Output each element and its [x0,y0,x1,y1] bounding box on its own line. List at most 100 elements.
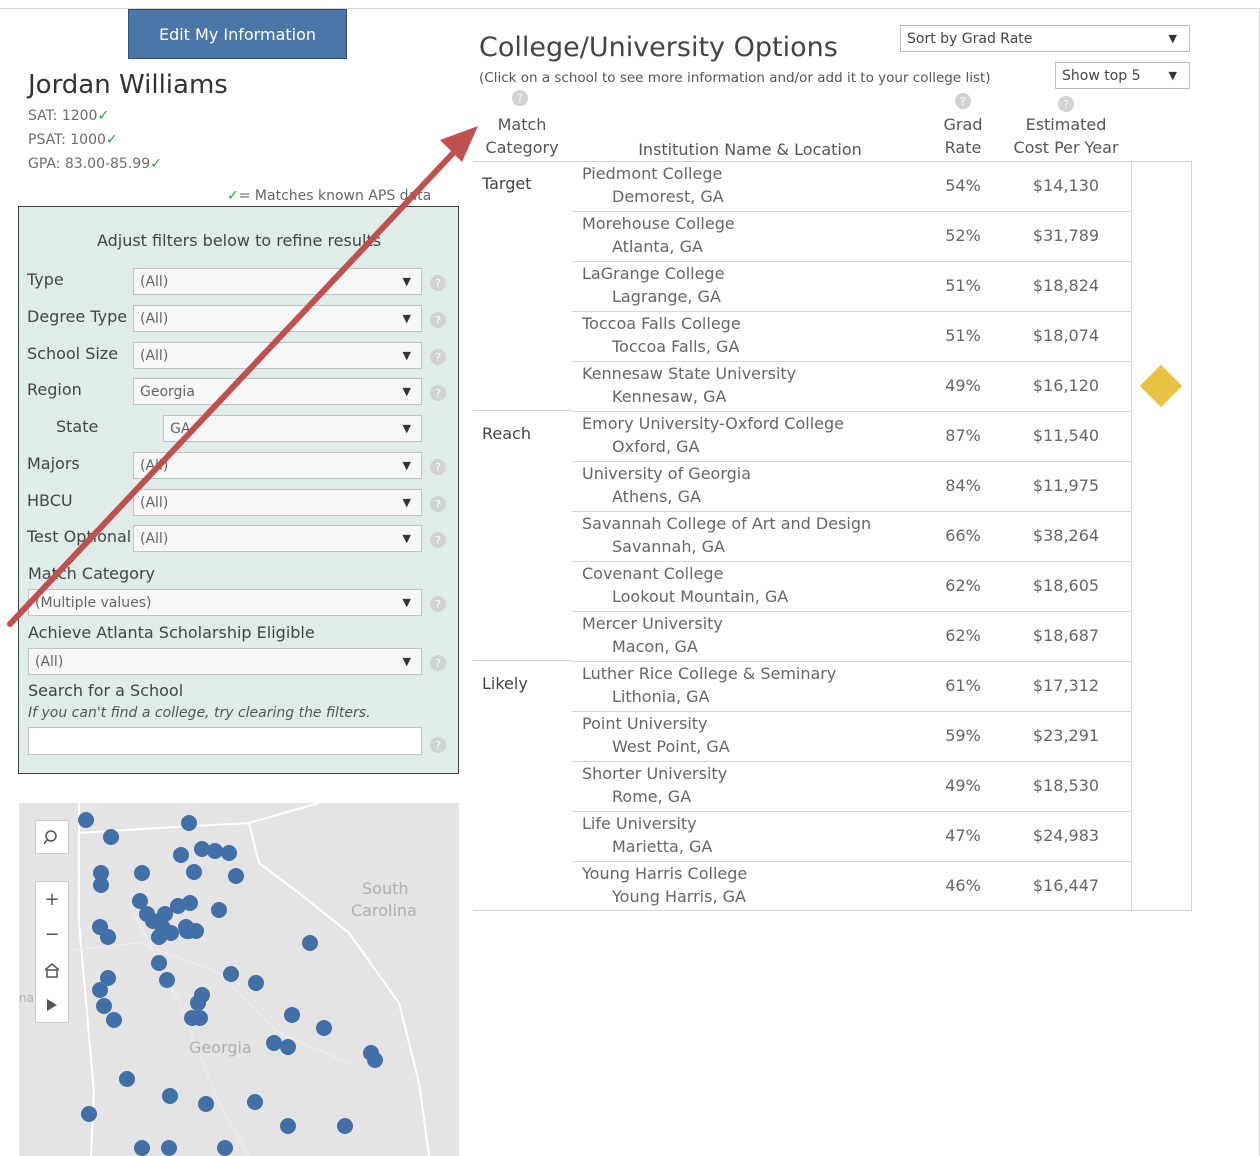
institution-name[interactable]: Mercer University [582,614,723,633]
map-play-button[interactable] [36,987,68,1022]
college-map-marker[interactable] [248,975,264,991]
college-map-marker[interactable] [190,995,206,1011]
table-row[interactable]: Mercer University Macon, GA 62% $18,687 [572,611,1192,661]
table-row[interactable]: Morehouse College Atlanta, GA 52% $31,789 [572,211,1192,261]
filter-select[interactable]: GA ▼ [163,415,422,442]
show-top-select[interactable]: Show top 5 ▼ [1055,62,1190,89]
table-row[interactable]: LaGrange College Lagrange, GA 51% $18,824 [572,261,1192,311]
filter-select[interactable]: Georgia ▼ [133,378,422,405]
college-map-marker[interactable] [280,1118,296,1134]
table-row[interactable]: Shorter University Rome, GA 49% $18,530 [572,761,1192,811]
filter-select[interactable]: (All) ▼ [133,305,422,332]
zoom-out-button[interactable]: − [36,917,68,952]
help-icon[interactable]: ? [430,275,446,291]
college-map-marker[interactable] [284,1007,300,1023]
table-row[interactable]: Emory University-Oxford College Oxford, G… [572,411,1192,461]
institution-name[interactable]: Shorter University [582,764,727,783]
college-map-marker[interactable] [181,815,197,831]
college-map-marker[interactable] [280,1039,296,1055]
zoom-in-button[interactable]: + [36,882,68,917]
college-map-marker[interactable] [78,812,94,828]
institution-name[interactable]: Point University [582,714,708,733]
achieve-atlanta-select[interactable]: (All) ▼ [28,648,422,675]
map-home-button[interactable] [36,952,68,987]
college-map-marker[interactable] [162,1088,178,1104]
college-map-marker[interactable] [106,1012,122,1028]
help-icon[interactable]: ? [430,532,446,548]
college-map-marker[interactable] [134,865,150,881]
college-map-marker[interactable] [93,877,109,893]
college-map-marker[interactable] [119,1071,135,1087]
college-map-marker[interactable] [81,1106,97,1122]
college-map-marker[interactable] [96,998,112,1014]
table-row[interactable]: Covenant College Lookout Mountain, GA 62% $… [572,561,1192,611]
college-map-marker[interactable] [337,1118,353,1134]
institution-name[interactable]: Emory University-Oxford College [582,414,844,433]
filter-select[interactable]: (All) ▼ [133,525,422,552]
help-icon[interactable]: ? [430,385,446,401]
help-icon[interactable]: ? [430,459,446,475]
college-map-marker[interactable] [134,1140,150,1156]
institution-name[interactable]: University of Georgia [582,464,751,483]
institution-name[interactable]: Kennesaw State University [582,364,796,383]
match-category-select[interactable]: (Multiple values) ▼ [28,589,422,616]
college-map-marker[interactable] [198,1096,214,1112]
filter-select[interactable]: (All) ▼ [133,342,422,369]
college-map-marker[interactable] [192,1010,208,1026]
college-map-marker[interactable] [173,847,189,863]
college-map-marker[interactable] [92,982,108,998]
college-map-marker[interactable] [316,1020,332,1036]
college-map-marker[interactable] [159,972,175,988]
institution-name[interactable]: Savannah College of Art and Design [582,514,871,533]
institution-name[interactable]: Morehouse College [582,214,735,233]
college-map-marker[interactable] [151,955,167,971]
college-map-marker[interactable] [367,1052,383,1068]
college-map-marker[interactable] [186,864,202,880]
help-icon[interactable]: ? [955,93,971,109]
help-icon[interactable]: ? [430,349,446,365]
table-row[interactable]: Young Harris College Young Harris, GA 46% $… [572,861,1192,911]
filter-select[interactable]: (All) ▼ [133,452,422,479]
institution-name[interactable]: LaGrange College [582,264,724,283]
college-map-marker[interactable] [188,923,204,939]
map-search-button[interactable] [35,820,69,854]
college-map-marker[interactable] [302,935,318,951]
help-icon[interactable]: ? [512,90,528,106]
filter-select[interactable]: (All) ▼ [133,268,422,295]
help-icon[interactable]: ? [430,737,446,753]
help-icon[interactable]: ? [430,496,446,512]
table-row[interactable]: Piedmont College Demorest, GA 54% $14,130 [572,161,1192,211]
help-icon[interactable]: ? [430,655,446,671]
institution-name[interactable]: Young Harris College [582,864,747,883]
college-map-marker[interactable] [228,868,244,884]
institution-name[interactable]: Piedmont College [582,164,722,183]
institution-name[interactable]: Covenant College [582,564,723,583]
college-map-marker[interactable] [223,966,239,982]
college-map-marker[interactable] [161,1140,177,1156]
table-row[interactable]: Kennesaw State University Kennesaw, GA 49%… [572,361,1192,411]
table-row[interactable]: Toccoa Falls College Toccoa Falls, GA 51% $… [572,311,1192,361]
institution-name[interactable]: Toccoa Falls College [582,314,741,333]
help-icon[interactable]: ? [430,312,446,328]
college-map-marker[interactable] [217,1140,233,1156]
college-map-marker[interactable] [182,895,198,911]
institution-name[interactable]: Luther Rice College & Seminary [582,664,836,683]
college-map-marker[interactable] [151,929,167,945]
filter-select[interactable]: (All) ▼ [133,489,422,516]
table-row[interactable]: Life University Marietta, GA 47% $24,983 [572,811,1192,861]
college-map-marker[interactable] [221,845,237,861]
table-row[interactable]: Point University West Point, GA 59% $23,291 [572,711,1192,761]
college-map-marker[interactable] [100,929,116,945]
college-map-marker[interactable] [103,829,119,845]
college-map-marker[interactable] [247,1094,263,1110]
sort-select[interactable]: Sort by Grad Rate ▼ [900,25,1190,52]
table-row[interactable]: Luther Rice College & Seminary Lithonia, … [572,661,1192,711]
help-icon[interactable]: ? [430,596,446,612]
help-icon[interactable]: ? [1058,96,1074,112]
school-search-input[interactable] [28,727,422,755]
table-row[interactable]: Savannah College of Art and Design Savann… [572,511,1192,561]
college-map-marker[interactable] [211,902,227,918]
table-row[interactable]: University of Georgia Athens, GA 84% $11,97… [572,461,1192,511]
institution-name[interactable]: Life University [582,814,697,833]
edit-my-information-button[interactable]: Edit My Information [128,9,347,59]
